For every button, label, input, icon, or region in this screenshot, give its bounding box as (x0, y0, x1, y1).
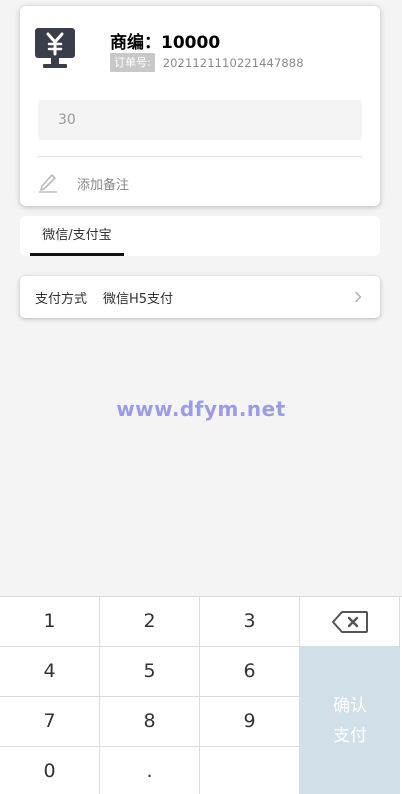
desktop-yuan-icon (35, 28, 75, 68)
add-remark-link[interactable]: 添加备注 (77, 174, 129, 193)
key-1[interactable]: 1 (0, 597, 100, 647)
key-8[interactable]: 8 (100, 697, 200, 747)
payment-method-value: 微信H5支付 (103, 291, 174, 307)
tab-wechat-alipay[interactable]: 微信/支付宝 (30, 216, 124, 256)
key-5[interactable]: 5 (100, 647, 200, 697)
amount-input[interactable]: 30 (38, 100, 362, 140)
confirm-pay-button[interactable]: 确认 支付 (300, 647, 400, 794)
order-card: 商编：10000 订单号: 2021121110221447888 30 添加备… (20, 6, 380, 206)
divider (38, 156, 362, 157)
merchant-id: 商编：10000 (110, 33, 221, 53)
key-2[interactable]: 2 (100, 597, 200, 647)
key-7[interactable]: 7 (0, 697, 100, 747)
chevron-right-icon (355, 291, 362, 303)
pencil-icon[interactable] (38, 171, 58, 193)
key-blank (200, 747, 300, 794)
key-3[interactable]: 3 (200, 597, 300, 647)
key-4[interactable]: 4 (0, 647, 100, 697)
payment-tabs: 微信/支付宝 (20, 216, 380, 256)
numeric-keypad: 1 2 3 4 5 6 7 8 9 0 . 确认 支付 (0, 596, 402, 794)
confirm-pay-line1: 确认 (333, 696, 367, 716)
backspace-icon (332, 611, 368, 633)
payment-method-label: 支付方式 (35, 291, 88, 307)
payment-method-row[interactable]: 支付方式 微信H5支付 (20, 276, 380, 318)
order-number-value: 2021121110221447888 (162, 55, 304, 70)
key-6[interactable]: 6 (200, 647, 300, 697)
key-0[interactable]: 0 (0, 747, 100, 794)
watermark: www.dfym.net (116, 397, 286, 421)
key-decimal[interactable]: . (100, 747, 200, 794)
order-number-label: 订单号: (110, 53, 155, 72)
order-number-row: 订单号: 2021121110221447888 (110, 53, 304, 72)
confirm-pay-line2: 支付 (333, 726, 367, 746)
key-9[interactable]: 9 (200, 697, 300, 747)
delete-key[interactable] (300, 597, 400, 647)
